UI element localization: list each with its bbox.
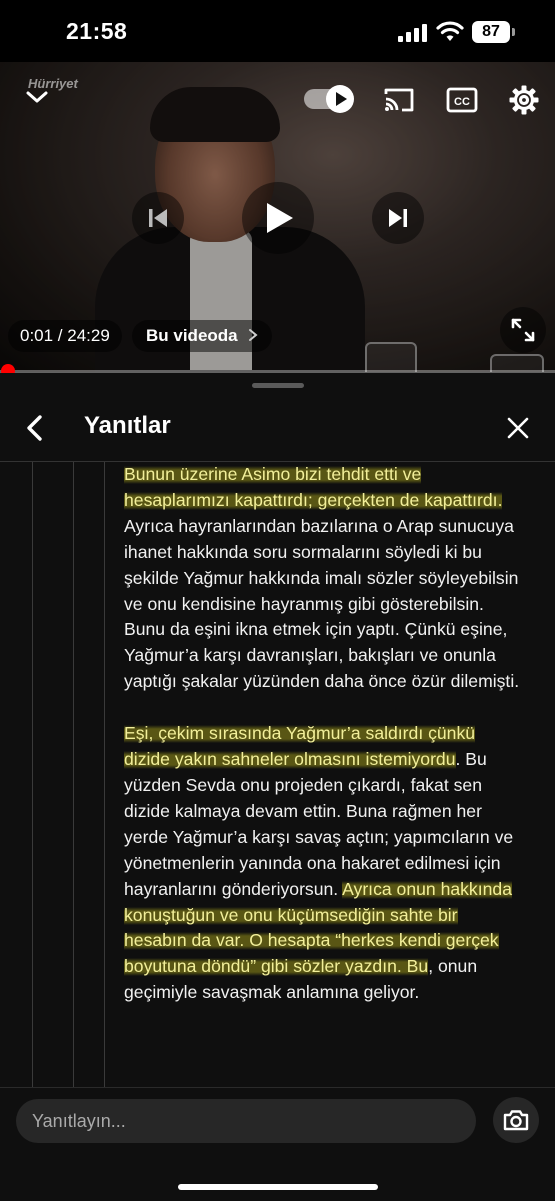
- thread-line: [32, 462, 33, 1087]
- replies-title: Yanıtlar: [84, 412, 171, 439]
- camera-button[interactable]: [493, 1097, 539, 1143]
- in-this-video-button[interactable]: Bu videoda: [132, 320, 273, 352]
- battery-tip: [512, 28, 515, 36]
- play-button[interactable]: [242, 182, 314, 254]
- wifi-icon: [436, 21, 464, 41]
- cc-icon[interactable]: CC: [446, 86, 478, 114]
- video-time-display: 0:01 / 24:29: [8, 320, 122, 352]
- replies-panel: Yanıtlar Bunun üzerine Asimo bizi tehdit…: [0, 373, 555, 1201]
- thread-line: [73, 462, 74, 1087]
- thread-line: [104, 462, 105, 1087]
- reply-input[interactable]: Yanıtlayın...: [16, 1099, 476, 1143]
- highlighted-text: Eşi, çekim sırasında Yağmur’a saldırdı ç…: [124, 723, 476, 770]
- fullscreen-icon: [511, 318, 535, 342]
- autoplay-toggle-icon[interactable]: [304, 85, 354, 113]
- comment-paragraph: Bunun üzerine Asimo bizi tehdit etti ve …: [124, 462, 524, 695]
- replies-header: Yanıtlar: [0, 395, 555, 462]
- chevron-down-icon[interactable]: [24, 88, 50, 106]
- previous-icon: [149, 209, 167, 227]
- previous-video-button[interactable]: [132, 192, 184, 244]
- status-bar: 21:58 87: [0, 0, 555, 62]
- comment-text: . Bu yüzden Sevda onu projeden çıkardı, …: [124, 749, 514, 899]
- back-arrow-icon[interactable]: [22, 413, 48, 443]
- cast-icon[interactable]: [383, 86, 415, 114]
- status-time: 21:58: [66, 18, 128, 44]
- highlighted-text: Bunun üzerine Asimo bizi tehdit etti ve …: [124, 464, 503, 510]
- fullscreen-button[interactable]: [500, 307, 546, 353]
- comment-text: Ayrıca hayranlarından bazılarına o Arap …: [124, 515, 520, 692]
- comment-paragraph: Eşi, çekim sırasında Yağmur’a saldırdı ç…: [124, 721, 524, 1006]
- svg-text:CC: CC: [454, 96, 470, 108]
- close-icon[interactable]: [505, 415, 531, 441]
- battery-indicator: 87: [472, 21, 510, 43]
- camera-icon: [503, 1110, 529, 1131]
- play-icon: [267, 203, 293, 233]
- sheet-drag-handle[interactable]: [252, 383, 304, 388]
- chevron-right-icon: [249, 329, 258, 341]
- next-icon: [389, 209, 407, 227]
- next-video-button[interactable]: [372, 192, 424, 244]
- cellular-signal-icon: [398, 24, 427, 42]
- reply-comment-text: Bunun üzerine Asimo bizi tehdit etti ve …: [124, 462, 524, 1006]
- gear-icon[interactable]: [508, 84, 540, 116]
- in-this-video-label: Bu videoda: [146, 326, 238, 345]
- reply-composer: Yanıtlayın...: [0, 1087, 555, 1201]
- home-indicator: [178, 1184, 378, 1190]
